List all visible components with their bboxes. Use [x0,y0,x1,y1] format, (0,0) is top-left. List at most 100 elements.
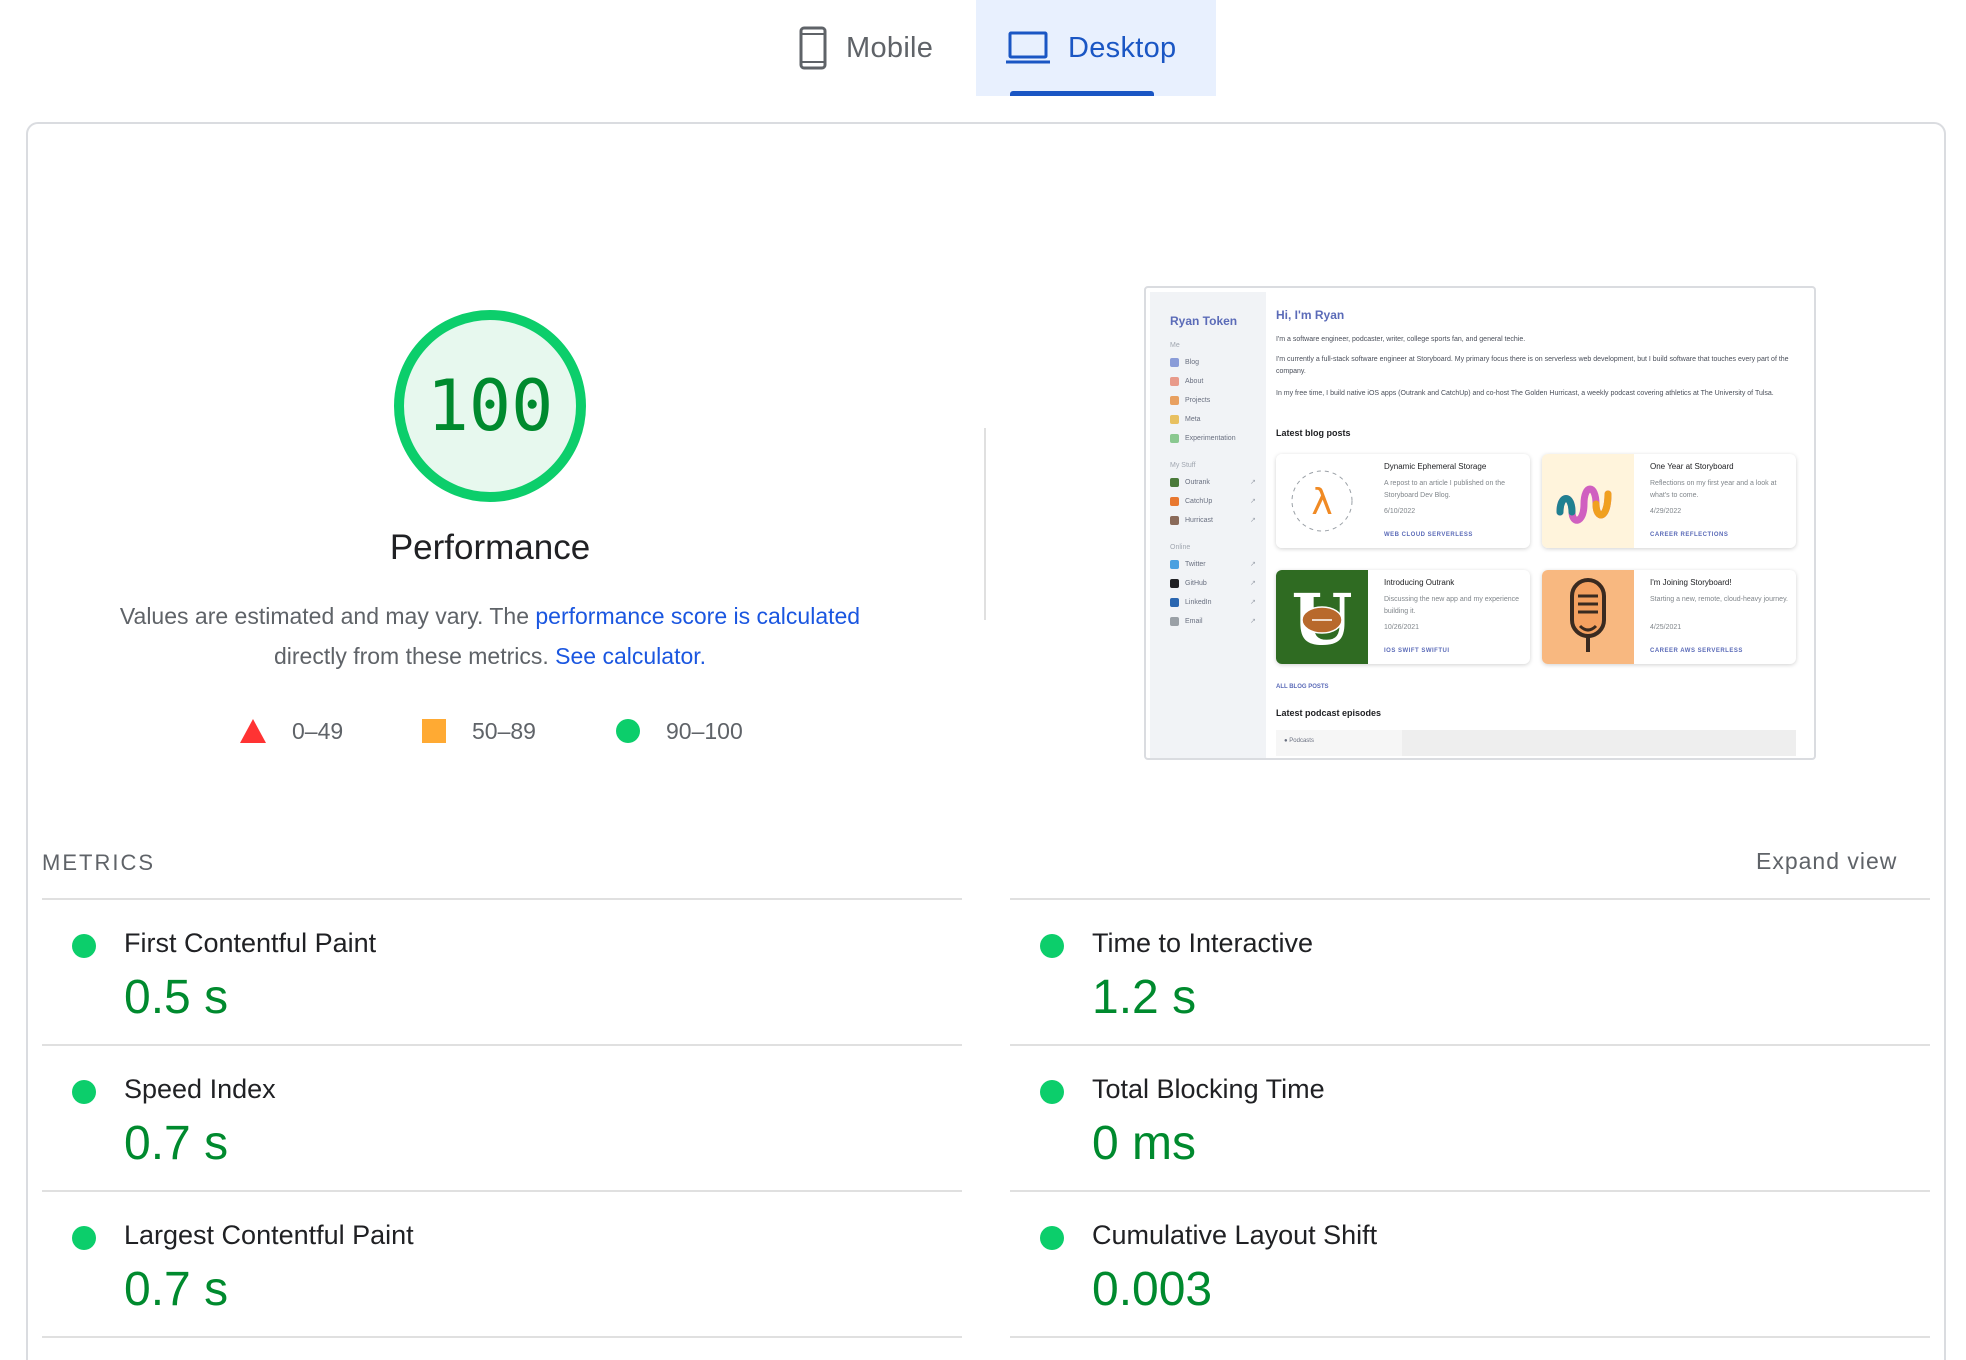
vertical-divider [984,428,986,620]
thumbnail-nav-item: Email [1170,617,1203,626]
thumbnail-blog-heading: Latest blog posts [1276,428,1351,438]
thumbnail-sidebar: Ryan Token Me Blog About Projects Meta E… [1150,292,1266,758]
external-link-icon: ↗ [1250,599,1256,606]
post-title: Introducing Outrank [1384,578,1455,587]
thumbnail-section-me: Me [1170,342,1180,349]
external-link-icon: ↗ [1250,498,1256,505]
thumbnail-nav-item: Experimentation [1170,434,1236,443]
external-link-icon: ↗ [1250,479,1256,486]
legend-average-label: 50–89 [472,717,536,744]
metrics-heading: METRICS [42,850,155,875]
phone-icon [798,26,828,70]
metric-total-blocking-time: Total Blocking Time 0 ms [1010,1046,1930,1192]
see-calculator-link[interactable]: See calculator. [555,643,706,669]
legend-fail-label: 0–49 [292,717,344,744]
thumbnail-heading: Hi, I'm Ryan [1276,308,1345,322]
thumbnail-paragraph: I'm currently a full-stack software engi… [1276,356,1789,375]
svg-text:λ: λ [1311,482,1332,523]
metric-value: 0 ms [1092,1117,1197,1170]
post-description: Starting a new, remote, cloud-heavy jour… [1650,596,1789,603]
description-text-2: directly from these metrics. [273,643,556,669]
thumbnail-nav-item: About [1170,377,1203,386]
post-description: Discussing the new app and my experience… [1384,596,1520,615]
thumbnail-nav-item: Outrank [1170,478,1210,487]
thumbnail-podcast-tab: ● Podcasts [1276,730,1402,756]
legend-average: 50–89 [422,714,536,748]
metric-largest-contentful-paint: Largest Contentful Paint 0.7 s [42,1192,962,1338]
metric-value: 0.5 s [124,971,229,1024]
thumbnail-all-posts-link: ALL BLOG POSTS [1276,684,1329,690]
metric-value: 0.7 s [124,1117,229,1170]
thumbnail-post-card: I'm Joining Storyboard! Starting a new, … [1542,570,1796,664]
post-date: 4/29/2022 [1650,508,1682,515]
legend-pass: 90–100 [616,714,743,748]
storyboard-logo-image [1542,454,1634,548]
pass-circle-icon [616,719,640,743]
external-link-icon: ↗ [1250,561,1256,568]
outrank-image: U [1276,570,1368,664]
metric-name: Cumulative Layout Shift [1092,1220,1378,1250]
legend-pass-label: 90–100 [666,717,743,744]
metric-name: Largest Contentful Paint [124,1220,414,1250]
thumbnail-paragraph: In my free time, I build native iOS apps… [1276,390,1774,397]
post-title: I'm Joining Storyboard! [1650,578,1732,587]
thumbnail-nav-item: CatchUp [1170,497,1212,506]
post-title: Dynamic Ephemeral Storage [1384,462,1487,471]
metric-cumulative-layout-shift: Cumulative Layout Shift 0.003 [1010,1192,1930,1338]
thumbnail-nav-item: GitHub [1170,579,1207,588]
thumbnail-section-stuff: My Stuff [1170,462,1196,469]
tab-mobile[interactable]: Mobile [780,0,976,96]
thumbnail-nav-item: Projects [1170,396,1210,405]
pass-circle-icon [1040,934,1064,958]
lambda-image: λ [1276,454,1368,548]
pass-circle-icon [1040,1226,1064,1250]
post-date: 6/10/2022 [1384,508,1416,515]
expand-view-button[interactable]: Expand view [1756,848,1897,875]
pass-circle-icon [72,934,96,958]
post-date: 10/26/2021 [1384,624,1420,631]
thumbnail-nav-item: Blog [1170,358,1199,367]
metric-name: Speed Index [124,1074,276,1104]
post-tags: WEB CLOUD SERVERLESS [1384,532,1473,538]
device-tabs: Mobile Desktop [0,0,1966,96]
thumbnail-paragraph: I'm a software engineer, podcaster, writ… [1276,336,1526,343]
external-link-icon: ↗ [1250,580,1256,587]
legend-fail: 0–49 [240,714,343,748]
thumbnail-nav-item: Meta [1170,415,1201,424]
thumbnail-post-card: One Year at Storyboard Reflections on my… [1542,454,1796,548]
thumbnail-nav-item: LinkedIn [1170,598,1211,607]
pass-circle-icon [1040,1080,1064,1104]
metric-value: 1.2 s [1092,971,1197,1024]
thumbnail-post-card: U Introducing Outrank Discussing the new… [1276,570,1530,664]
pass-circle-icon [72,1226,96,1250]
post-tags: CAREER REFLECTIONS [1650,532,1729,538]
post-title: One Year at Storyboard [1650,462,1734,471]
description-text: Values are estimated and may vary. The [119,603,536,629]
microphone-image [1542,570,1634,664]
metrics-column-right: Time to Interactive 1.2 s Total Blocking… [1010,898,1930,1338]
metric-value: 0.7 s [124,1263,229,1316]
tab-desktop-label: Desktop [1068,31,1177,64]
post-tags: CAREER AWS SERVERLESS [1650,648,1743,654]
metrics-column-left: First Contentful Paint 0.5 s Speed Index… [42,898,962,1338]
tab-desktop[interactable]: Desktop [976,0,1216,96]
external-link-icon: ↗ [1250,618,1256,625]
thumbnail-section-online: Online [1170,544,1191,551]
pass-circle-icon [72,1080,96,1104]
laptop-icon [1006,31,1050,65]
metric-name: Time to Interactive [1092,928,1314,958]
thumbnail-brand: Ryan Token [1170,314,1238,328]
final-screenshot-thumbnail[interactable]: Ryan Token Me Blog About Projects Meta E… [1144,286,1816,760]
metric-first-contentful-paint: First Contentful Paint 0.5 s [42,900,962,1046]
post-description: Reflections on my first year and a look … [1650,480,1777,499]
metric-speed-index: Speed Index 0.7 s [42,1046,962,1192]
performance-title: Performance [389,528,591,567]
post-description: A repost to an article I published on th… [1384,480,1506,499]
metric-time-to-interactive: Time to Interactive 1.2 s [1010,900,1930,1046]
score-calculation-link[interactable]: performance score is calculated [535,603,860,629]
tab-mobile-label: Mobile [846,31,934,64]
performance-score: 100 [426,365,554,447]
thumbnail-podcast-heading: Latest podcast episodes [1276,708,1382,718]
metric-name: First Contentful Paint [124,928,377,958]
fail-triangle-icon [240,719,266,743]
